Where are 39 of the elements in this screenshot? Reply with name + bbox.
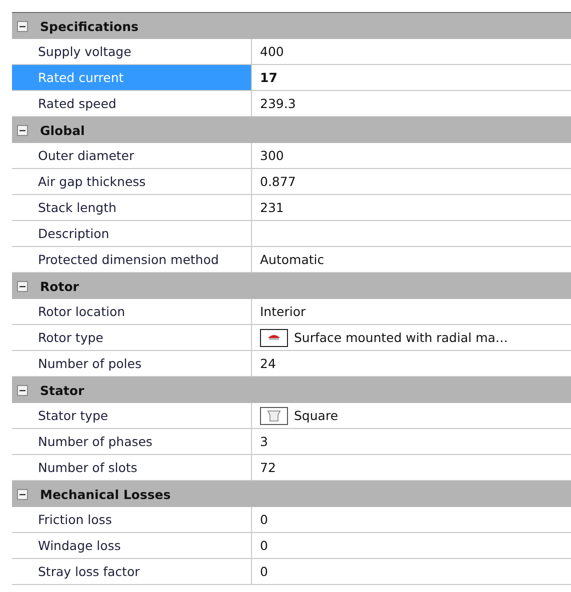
property-name[interactable]: Air gap thickness: [12, 169, 252, 194]
rotor-icon: [260, 328, 288, 346]
property-name[interactable]: Rated speed: [12, 91, 252, 116]
property-name[interactable]: Stray loss factor: [12, 559, 252, 584]
property-name[interactable]: Protected dimension method: [12, 247, 252, 272]
property-value[interactable]: 239.3: [252, 91, 571, 116]
property-value[interactable]: 400: [252, 39, 571, 64]
property-value[interactable]: 231: [252, 195, 571, 220]
property-name[interactable]: Windage loss: [12, 533, 252, 558]
property-value[interactable]: 17: [252, 65, 571, 90]
property-value[interactable]: Interior: [252, 299, 571, 324]
property-name[interactable]: Rotor location: [12, 299, 252, 324]
property-value[interactable]: Automatic: [252, 247, 571, 272]
collapse-icon[interactable]: [16, 384, 28, 396]
property-value[interactable]: 72: [252, 455, 571, 480]
property-value[interactable]: 0.877: [252, 169, 571, 194]
collapse-icon[interactable]: [16, 488, 28, 500]
property-value[interactable]: 0: [252, 533, 571, 558]
property-name[interactable]: Rotor type: [12, 325, 252, 350]
property-name[interactable]: Friction loss: [12, 507, 252, 532]
property-value[interactable]: 0: [252, 507, 571, 532]
property-value[interactable]: 24: [252, 351, 571, 376]
property-name[interactable]: Stator type: [12, 403, 252, 428]
property-name[interactable]: Supply voltage: [12, 39, 252, 64]
collapse-icon[interactable]: [16, 20, 28, 32]
property-name[interactable]: Stack length: [12, 195, 252, 220]
property-value[interactable]: Surface mounted with radial ma…: [252, 325, 571, 350]
property-name[interactable]: Number of slots: [12, 455, 252, 480]
property-value[interactable]: 3: [252, 429, 571, 454]
property-name[interactable]: Number of phases: [12, 429, 252, 454]
property-name[interactable]: Description: [12, 221, 252, 246]
property-value[interactable]: 300: [252, 143, 571, 168]
stator-icon: [260, 406, 288, 424]
collapse-icon[interactable]: [16, 124, 28, 136]
property-name[interactable]: Number of poles: [12, 351, 252, 376]
property-name[interactable]: Outer diameter: [12, 143, 252, 168]
collapse-icon[interactable]: [16, 280, 28, 292]
property-value[interactable]: Square: [252, 403, 571, 428]
property-value[interactable]: 0: [252, 559, 571, 584]
